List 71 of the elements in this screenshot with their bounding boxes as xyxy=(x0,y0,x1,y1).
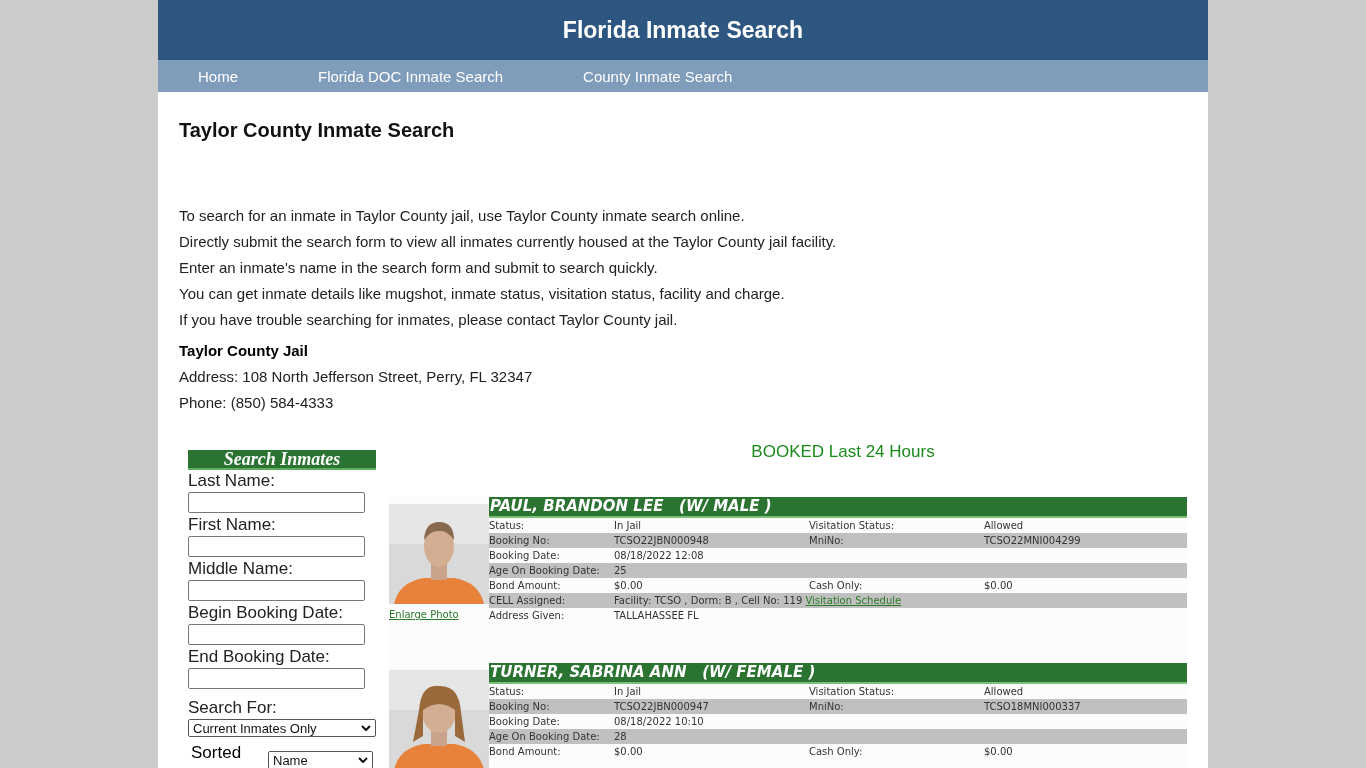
input-field[interactable] xyxy=(188,580,365,601)
field-label: MniNo: xyxy=(809,700,845,714)
nav-link[interactable]: Florida DOC Inmate Search xyxy=(318,67,504,85)
field-label: Address Given: xyxy=(489,609,566,623)
field-label: Visitation Status: xyxy=(809,519,895,533)
field-label: MniNo: xyxy=(809,534,845,548)
page-heading: Taylor County Inmate Search xyxy=(179,118,456,143)
field-value: TALLAHASSEE FL xyxy=(614,609,700,623)
field-value: Facility: TCSO , Dorm: B , Cell No: 119 Visitation Schedule xyxy=(614,594,903,608)
field-value: Allowed xyxy=(984,519,1025,533)
visitation-schedule-link[interactable]: Visitation Schedule xyxy=(805,595,902,606)
field-value: In Jail xyxy=(614,519,643,533)
paragraph: To search for an inmate in Taylor County jail, use Taylor County inmate search online. xyxy=(179,206,746,226)
field-label: Last Name: xyxy=(188,470,276,492)
sort-dropdown[interactable]: Name xyxy=(268,751,373,768)
results-title: BOOKED Last 24 Hours xyxy=(750,442,936,462)
field-label: Middle Name: xyxy=(188,558,294,580)
field-value: 25 xyxy=(614,564,628,578)
field-label: Visitation Status: xyxy=(809,685,895,699)
search-for-dropdown[interactable]: Current Inmates Only xyxy=(188,719,376,737)
field-label: Age On Booking Date: xyxy=(489,730,601,744)
field-value: $0.00 xyxy=(614,745,644,759)
chevron-icon xyxy=(361,725,371,731)
paragraph: Enter an inmate's name in the search form and submit to search quickly. xyxy=(179,258,659,278)
enlarge-photo-link[interactable]: Enlarge Photo xyxy=(389,609,459,620)
field-label: Sorted xyxy=(191,743,243,763)
field-label: Status: xyxy=(489,519,526,533)
field-label: Bond Amount: xyxy=(489,745,562,759)
form-title: Search Inmates xyxy=(188,450,376,470)
field-value: Allowed xyxy=(984,685,1025,699)
field-value: $0.00 xyxy=(614,579,644,593)
paragraph: You can get inmate details like mugshot, inmate status, visitation status, facility and charge. xyxy=(179,284,786,304)
field-label: End Booking Date: xyxy=(188,646,331,668)
field-label: Begin Booking Date: xyxy=(188,602,344,624)
field-value: TCSO22JBN000948 xyxy=(614,534,710,548)
field-label: CELL Assigned: xyxy=(489,594,567,608)
field-label: Booking No: xyxy=(489,700,551,714)
field-value: TCSO22JBN000947 xyxy=(614,700,710,714)
field-value: In Jail xyxy=(614,685,643,699)
field-label: Age On Booking Date: xyxy=(489,564,601,578)
paragraph: Directly submit the search form to view all inmates currently housed at the Taylor County jail facility. xyxy=(179,232,838,252)
nav-link[interactable]: Home xyxy=(198,67,238,85)
field-label: Booking Date: xyxy=(489,715,561,729)
input-field[interactable] xyxy=(188,492,365,513)
input-field[interactable] xyxy=(188,536,365,557)
jail-phone: Phone: (850) 584-4333 xyxy=(179,393,335,413)
chevron-icon xyxy=(358,757,368,763)
jail-name: Taylor County Jail xyxy=(179,341,309,361)
field-label: Booking No: xyxy=(489,534,551,548)
field-value: 08/18/2022 10:10 xyxy=(614,715,705,729)
field-label: First Name: xyxy=(188,514,277,536)
field-value: $0.00 xyxy=(984,745,1014,759)
field-label: Bond Amount: xyxy=(489,579,562,593)
inmate-name: TURNER, SABRINA ANN (W/ FEMALE ) xyxy=(489,663,1187,684)
field-value: $0.00 xyxy=(984,579,1014,593)
field-label: Booking Date: xyxy=(489,549,561,563)
nav-link[interactable]: County Inmate Search xyxy=(583,67,733,85)
paragraph: If you have trouble searching for inmates, please contact Taylor County jail. xyxy=(179,310,679,330)
field-label: Cash Only: xyxy=(809,579,864,593)
input-field[interactable] xyxy=(188,624,365,645)
field-value: TCSO22MNI004299 xyxy=(984,534,1082,548)
site-title: Florida Inmate Search xyxy=(562,16,804,44)
field-label: Cash Only: xyxy=(809,745,864,759)
inmate-name: PAUL, BRANDON LEE (W/ MALE ) xyxy=(489,497,1187,518)
field-label: Status: xyxy=(489,685,526,699)
input-field[interactable] xyxy=(188,668,365,689)
field-label: Search For: xyxy=(188,697,278,719)
jail-address: Address: 108 North Jefferson Street, Perry, FL 32347 xyxy=(179,367,534,387)
field-value: 28 xyxy=(614,730,628,744)
field-value: TCSO18MNI000337 xyxy=(984,700,1082,714)
field-value: 08/18/2022 12:08 xyxy=(614,549,705,563)
